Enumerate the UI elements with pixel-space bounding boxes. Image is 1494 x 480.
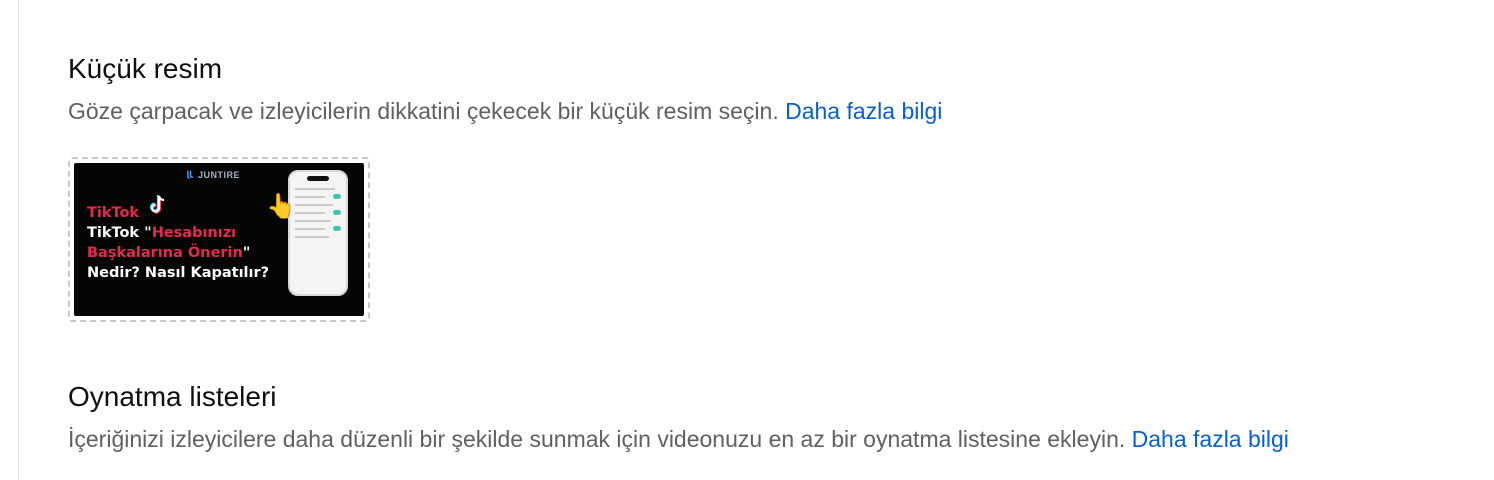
playlists-description-text: İçeriğinizi izleyicilere daha düzenli bi… [68,426,1126,452]
thumbnail-headline: TikTok TikTok "Hesabınızı Başkalarına Ön… [87,203,269,283]
thumbnail-line-2b: Hesabınızı [151,225,237,241]
phone-row [295,188,335,190]
thumbnail-description-text: Göze çarpacak ve izleyicilerin dikkatini… [68,98,779,124]
thumbnail-line-3b: " [242,245,251,261]
thumbnail-line-4: Nedir? Nasıl Kapatılır? [87,265,270,281]
phone-row [295,212,325,214]
phone-toggle [333,226,341,231]
phone-row [295,228,325,230]
phone-toggle [333,210,341,215]
thumbnail-section: Küçük resim Göze çarpacak ve izleyiciler… [68,52,942,126]
playlists-section-title: Oynatma listeleri [68,381,277,412]
thumbnail-line-2a: TikTok " [87,225,152,241]
phone-row [295,236,329,238]
content-left-border [18,0,19,480]
thumbnail-section-title: Küçük resim [68,53,223,84]
playlists-section: Oynatma listeleri İçeriğinizi izleyicile… [68,380,1289,454]
phone-mockup [288,170,348,296]
thumbnail-learn-more-link[interactable]: Daha fazla bilgi [785,98,942,124]
pointing-hand-icon: 👆 [266,193,296,220]
phone-toggle [333,194,341,199]
thumbnail-line-1: TikTok [87,205,140,221]
thumbnail-line-3a: Başkalarına Önerin [87,245,243,261]
thumbnail-image: JUNTIRE TikTok TikTok "Hesabınızı Başkal… [74,163,364,316]
juntire-logo-icon [187,170,194,179]
thumbnail-section-description: Göze çarpacak ve izleyicilerin dikkatini… [68,96,942,126]
playlists-learn-more-link[interactable]: Daha fazla bilgi [1132,426,1289,452]
thumbnail-selector[interactable]: JUNTIRE TikTok TikTok "Hesabınızı Başkal… [68,157,370,322]
phone-row [295,196,325,198]
playlists-section-description: İçeriğinizi izleyicilere daha düzenli bi… [68,424,1289,454]
thumbnail-brand: JUNTIRE [186,170,240,180]
phone-row [295,204,333,206]
phone-notch [307,176,329,181]
phone-row [295,220,331,222]
